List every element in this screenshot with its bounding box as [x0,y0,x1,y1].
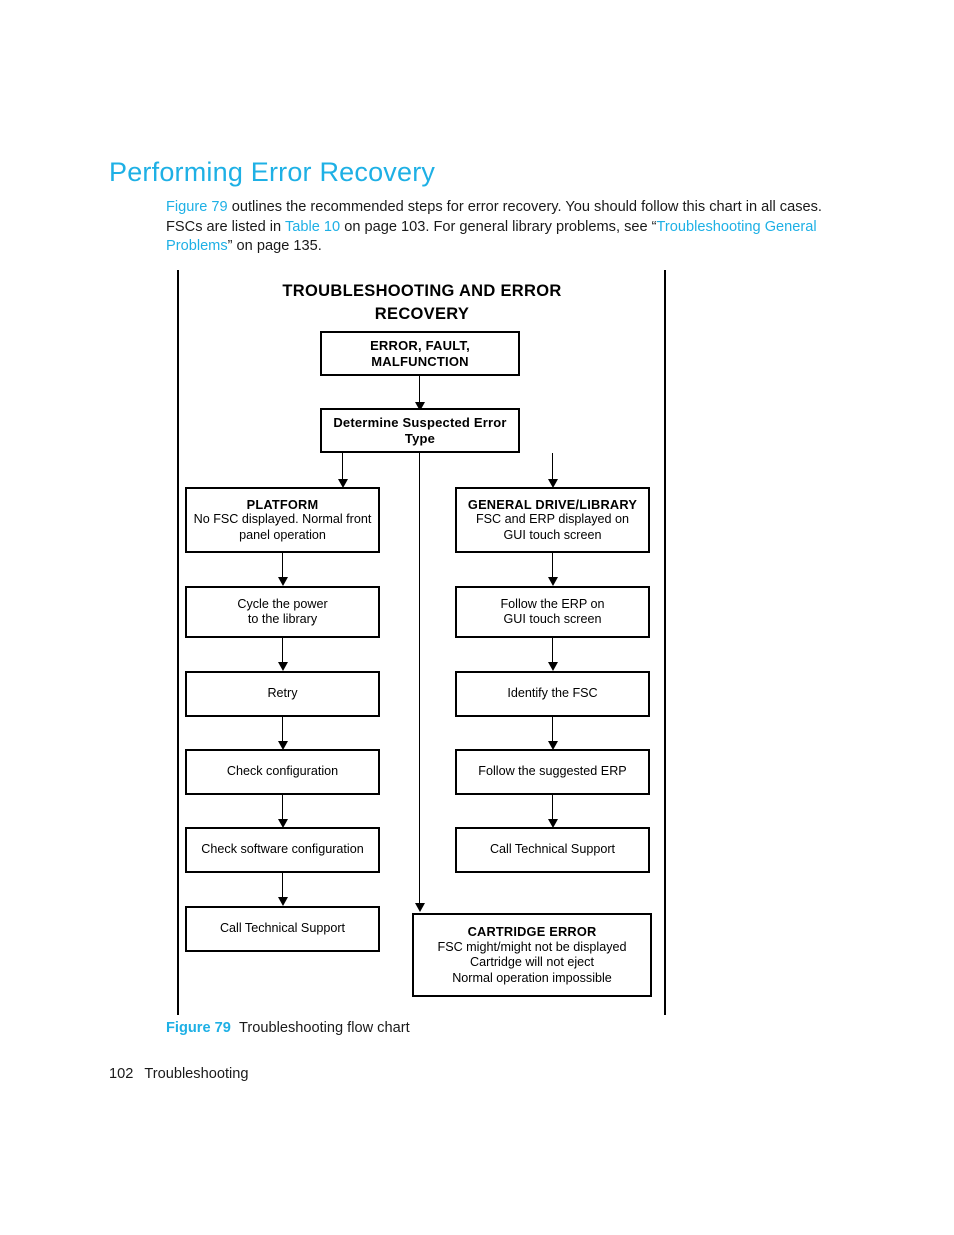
node-follow-erp-gui-line-2: GUI touch screen [503,612,602,626]
connector-check-configuration-to-software [282,795,284,822]
node-cartridge-error-line-1: FSC might/might not be displayed [437,939,627,954]
connector-decision-to-platform [342,453,344,482]
flow-chart-title: TROUBLESHOOTING AND ERROR RECOVERY [237,280,607,326]
node-cycle-power-line-1: Cycle the power [237,596,328,611]
arrowhead-general-to-follow-erp [548,577,558,586]
node-follow-suggested-erp-label: Follow the suggested ERP [478,764,627,779]
intro-paragraph: Figure 79 outlines the recommended steps… [166,198,836,257]
connector-general-to-follow-erp [552,553,554,580]
node-identify-the-fsc-label: Identify the FSC [507,686,598,701]
flow-chart: TROUBLESHOOTING AND ERROR RECOVERY ERROR… [177,270,666,1015]
node-follow-erp-gui: Follow the ERP on GUI touch screen [455,586,650,638]
connector-retry-to-check-configuration [282,717,284,744]
node-check-configuration-label: Check configuration [226,764,339,779]
node-error-fault-malfunction: ERROR, FAULT, MALFUNCTION [320,331,520,376]
node-retry: Retry [185,671,380,717]
node-retry-label: Retry [267,686,298,701]
connector-follow-erp-to-identify-fsc [552,638,554,665]
node-identify-the-fsc: Identify the FSC [455,671,650,717]
arrowhead-step-1-to-retry [278,662,288,671]
flow-chart-title-line-1: TROUBLESHOOTING [282,282,455,300]
node-determine-suspected-error-type: Determine Suspected Error Type [320,408,520,453]
node-error-fault-malfunction-label: ERROR, FAULT, MALFUNCTION [370,338,470,369]
connector-step-1-to-retry [282,638,284,665]
link-figure-79[interactable]: Figure 79 [166,199,228,215]
node-follow-erp-gui-line-1: Follow the ERP on [500,596,605,611]
figure-caption-number: Figure 79 [166,1020,231,1036]
node-determine-suspected-error-type-label: Determine Suspected Error Type [333,415,507,446]
node-cycle-power-line-2: to the library [247,612,318,626]
node-cartridge-error: CARTRIDGE ERROR FSC might/might not be d… [412,913,652,997]
figure-caption: Figure 79 Troubleshooting flow chart [166,1020,410,1036]
node-cartridge-error-line-3: Normal operation impossible [452,970,612,985]
node-call-technical-support-platform-label: Call Technical Support [219,921,346,936]
connector-decision-to-general [552,453,554,482]
arrowhead-software-to-call-support-left [278,897,288,906]
node-general-drive-library-line-1: FSC and ERP displayed on [475,512,630,527]
connector-software-to-call-support-left [282,873,284,900]
node-call-technical-support-general: Call Technical Support [455,827,650,873]
arrowhead-platform-to-step-1 [278,577,288,586]
node-check-software-configuration-label: Check software configuration [201,842,364,857]
node-general-drive-library-line-2: GUI touch screen [503,527,602,542]
page-title: Performing Error Recovery [109,157,436,187]
node-platform-line-1: No FSC displayed. Normal front [193,512,372,527]
footer-page-number: 102 [109,1066,134,1082]
connector-identify-fsc-to-suggested-erp [552,717,554,744]
node-general-drive-library: GENERAL DRIVE/LIBRARY FSC and ERP displa… [455,487,650,553]
figure-troubleshooting-flow-chart: TROUBLESHOOTING AND ERROR RECOVERY ERROR… [177,270,666,1015]
node-check-software-configuration: Check software configuration [185,827,380,873]
connector-platform-to-step-1 [282,553,284,580]
intro-text-3: ” on page 135. [227,238,322,255]
intro-text-2: on page 103. For general library problem… [340,218,657,235]
figure-caption-spacer [231,1020,239,1036]
connector-start-to-decision [419,376,421,405]
node-cartridge-error-line-2: Cartridge will not eject [470,955,594,969]
arrowhead-follow-erp-to-identify-fsc [548,662,558,671]
node-follow-suggested-erp: Follow the suggested ERP [455,749,650,795]
node-call-technical-support-general-label: Call Technical Support [489,842,616,857]
node-platform-header: PLATFORM [246,496,319,512]
node-call-technical-support-platform: Call Technical Support [185,906,380,952]
node-check-configuration: Check configuration [185,749,380,795]
link-table-10[interactable]: Table 10 [285,219,340,235]
page-footer: 102 Troubleshooting [109,1066,248,1082]
node-platform-line-2: panel operation [239,527,326,542]
node-cycle-power: Cycle the power to the library [185,586,380,638]
node-cartridge-error-header: CARTRIDGE ERROR [467,924,597,939]
connector-decision-to-cartridge-error [419,453,421,906]
figure-caption-title: Troubleshooting flow chart [239,1020,410,1036]
connector-suggested-erp-to-call-support-right [552,795,554,822]
footer-section-name: Troubleshooting [144,1066,249,1082]
node-general-drive-library-header: GENERAL DRIVE/LIBRARY [467,496,638,512]
node-platform: PLATFORM No FSC displayed. Normal front … [185,487,380,553]
arrowhead-decision-to-cartridge-error [415,903,425,912]
